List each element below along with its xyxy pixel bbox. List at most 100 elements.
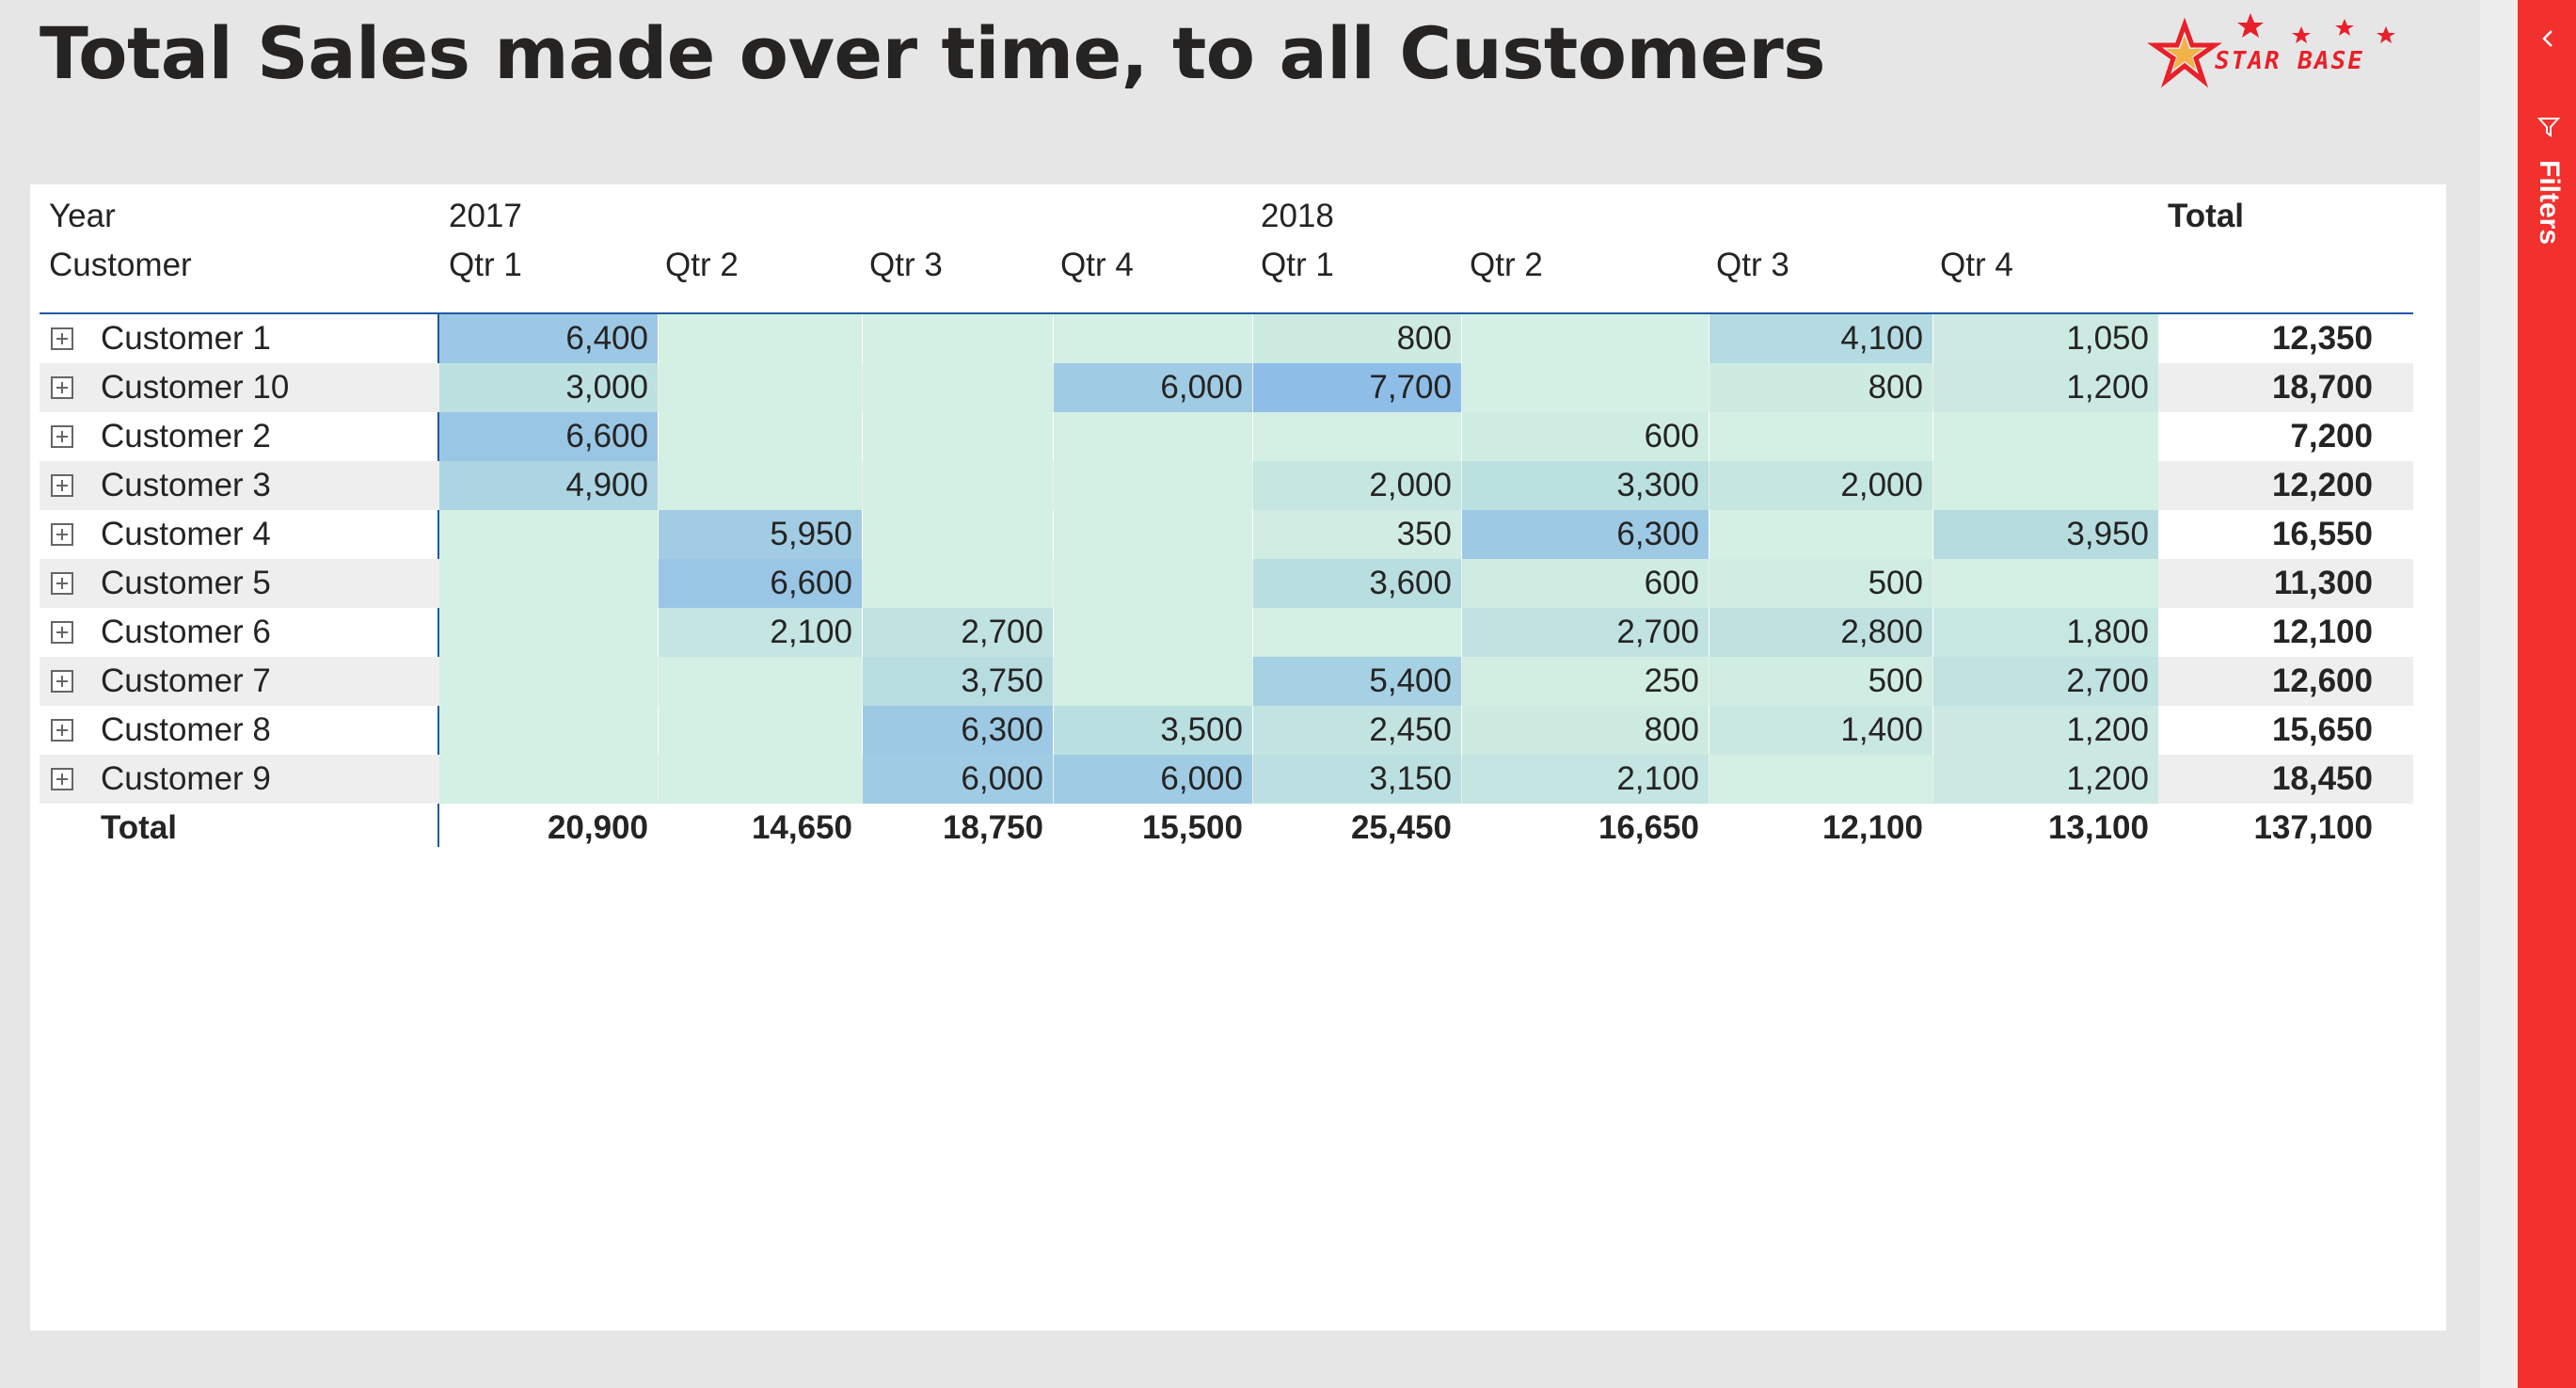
column-total-cell[interactable]: 14,650 — [659, 804, 862, 853]
customer-label[interactable]: Customer 1 — [101, 320, 271, 358]
value-cell[interactable]: 3,950 — [1933, 510, 2158, 559]
value-cell[interactable]: 6,400 — [439, 314, 658, 363]
table-row[interactable]: Customer 8 6,300 3,500 2,450 800 1,400 1,200 15… — [40, 706, 2413, 755]
expand-icon[interactable] — [51, 425, 73, 448]
value-cell[interactable] — [1933, 559, 2158, 608]
value-cell[interactable] — [1709, 412, 1932, 461]
value-cell[interactable] — [439, 657, 658, 706]
value-cell[interactable]: 3,000 — [439, 363, 658, 412]
value-cell[interactable]: 1,200 — [1933, 755, 2158, 804]
value-cell[interactable]: 6,000 — [863, 755, 1053, 804]
expand-icon[interactable] — [51, 719, 73, 742]
value-cell[interactable] — [1933, 461, 2158, 510]
value-cell[interactable]: 800 — [1253, 314, 1461, 363]
column-total-cell[interactable]: 18,750 — [863, 804, 1053, 853]
row-total-cell[interactable]: 7,200 — [2159, 412, 2382, 461]
value-cell[interactable] — [439, 706, 658, 755]
value-cell[interactable]: 7,700 — [1253, 363, 1461, 412]
quarter-header[interactable]: Qtr 3 — [1716, 247, 1789, 284]
expand-icon[interactable] — [51, 327, 73, 350]
value-cell[interactable] — [863, 412, 1053, 461]
value-cell[interactable] — [659, 412, 862, 461]
value-cell[interactable]: 1,050 — [1933, 314, 2158, 363]
value-cell[interactable]: 800 — [1709, 363, 1932, 412]
value-cell[interactable]: 1,400 — [1709, 706, 1932, 755]
value-cell[interactable]: 600 — [1462, 559, 1709, 608]
year-2017-header[interactable]: 2017 — [449, 198, 522, 235]
table-row[interactable]: Customer 4 5,950 350 6,300 3,950 16,550 — [40, 510, 2413, 559]
value-cell[interactable] — [1054, 314, 1252, 363]
table-row[interactable]: Customer 3 4,900 2,000 3,300 2,000 12,200 — [40, 461, 2413, 510]
customer-label[interactable]: Customer 9 — [101, 760, 271, 798]
value-cell[interactable] — [1054, 461, 1252, 510]
value-cell[interactable]: 2,100 — [1462, 755, 1709, 804]
value-cell[interactable] — [439, 559, 658, 608]
customer-label[interactable]: Customer 6 — [101, 614, 271, 651]
value-cell[interactable] — [1054, 657, 1252, 706]
value-cell[interactable]: 1,200 — [1933, 363, 2158, 412]
row-total-cell[interactable]: 18,450 — [2159, 755, 2382, 804]
value-cell[interactable]: 2,100 — [659, 608, 862, 657]
value-cell[interactable] — [1054, 608, 1252, 657]
row-total-cell[interactable]: 11,300 — [2159, 559, 2382, 608]
value-cell[interactable]: 1,800 — [1933, 608, 2158, 657]
value-cell[interactable] — [439, 755, 658, 804]
value-cell[interactable]: 5,950 — [659, 510, 862, 559]
table-row[interactable]: Customer 10 3,000 6,000 7,700 800 1,200 18,700 — [40, 363, 2413, 412]
row-total-cell[interactable]: 12,200 — [2159, 461, 2382, 510]
row-total-cell[interactable]: 16,550 — [2159, 510, 2382, 559]
value-cell[interactable] — [863, 510, 1053, 559]
row-total-cell[interactable]: 12,600 — [2159, 657, 2382, 706]
value-cell[interactable]: 4,100 — [1709, 314, 1932, 363]
value-cell[interactable] — [659, 706, 862, 755]
value-cell[interactable]: 6,600 — [439, 412, 658, 461]
value-cell[interactable]: 500 — [1709, 657, 1932, 706]
value-cell[interactable]: 2,700 — [863, 608, 1053, 657]
customer-label[interactable]: Customer 8 — [101, 711, 271, 749]
expand-icon[interactable] — [51, 376, 73, 399]
row-total-cell[interactable]: 18,700 — [2159, 363, 2382, 412]
value-cell[interactable] — [1709, 510, 1932, 559]
value-cell[interactable]: 3,150 — [1253, 755, 1461, 804]
value-cell[interactable] — [863, 559, 1053, 608]
column-total-cell[interactable]: 25,450 — [1253, 804, 1461, 853]
table-row[interactable]: Customer 2 6,600 600 7,200 — [40, 412, 2413, 461]
value-cell[interactable] — [439, 608, 658, 657]
value-cell[interactable]: 6,300 — [1462, 510, 1709, 559]
value-cell[interactable]: 1,200 — [1933, 706, 2158, 755]
table-row[interactable]: Customer 5 6,600 3,600 600 500 11,300 — [40, 559, 2413, 608]
table-row[interactable]: Customer 9 6,000 6,000 3,150 2,100 1,200 18,45… — [40, 755, 2413, 804]
filters-label[interactable]: Filters — [2533, 160, 2565, 245]
value-cell[interactable]: 350 — [1253, 510, 1461, 559]
quarter-header[interactable]: Qtr 4 — [1060, 247, 1134, 284]
filters-pane[interactable]: Filters — [2518, 0, 2576, 1388]
row-total-cell[interactable]: 12,100 — [2159, 608, 2382, 657]
customer-label[interactable]: Customer 7 — [101, 662, 271, 700]
quarter-header[interactable]: Qtr 3 — [869, 247, 943, 284]
value-cell[interactable] — [1253, 608, 1461, 657]
value-cell[interactable]: 2,000 — [1709, 461, 1932, 510]
expand-icon[interactable] — [51, 572, 73, 595]
value-cell[interactable]: 4,900 — [439, 461, 658, 510]
column-total-cell[interactable]: 13,100 — [1933, 804, 2158, 853]
value-cell[interactable] — [1462, 314, 1709, 363]
quarter-header[interactable]: Qtr 4 — [1940, 247, 2013, 284]
value-cell[interactable] — [863, 461, 1053, 510]
value-cell[interactable] — [659, 461, 862, 510]
quarter-header[interactable]: Qtr 2 — [1470, 247, 1543, 284]
value-cell[interactable] — [1253, 412, 1461, 461]
expand-icon[interactable] — [51, 523, 73, 546]
value-cell[interactable]: 2,450 — [1253, 706, 1461, 755]
column-total-cell[interactable]: 12,100 — [1709, 804, 1932, 853]
quarter-header[interactable]: Qtr 2 — [665, 247, 739, 284]
value-cell[interactable] — [863, 363, 1053, 412]
table-row[interactable]: Customer 6 2,100 2,700 2,700 2,800 1,800 12,10… — [40, 608, 2413, 657]
value-cell[interactable] — [1054, 510, 1252, 559]
value-cell[interactable]: 800 — [1462, 706, 1709, 755]
value-cell[interactable]: 500 — [1709, 559, 1932, 608]
value-cell[interactable]: 6,000 — [1054, 363, 1252, 412]
expand-icon[interactable] — [51, 768, 73, 790]
chevron-left-icon[interactable] — [2538, 28, 2559, 49]
value-cell[interactable]: 2,700 — [1462, 608, 1709, 657]
value-cell[interactable] — [863, 314, 1053, 363]
